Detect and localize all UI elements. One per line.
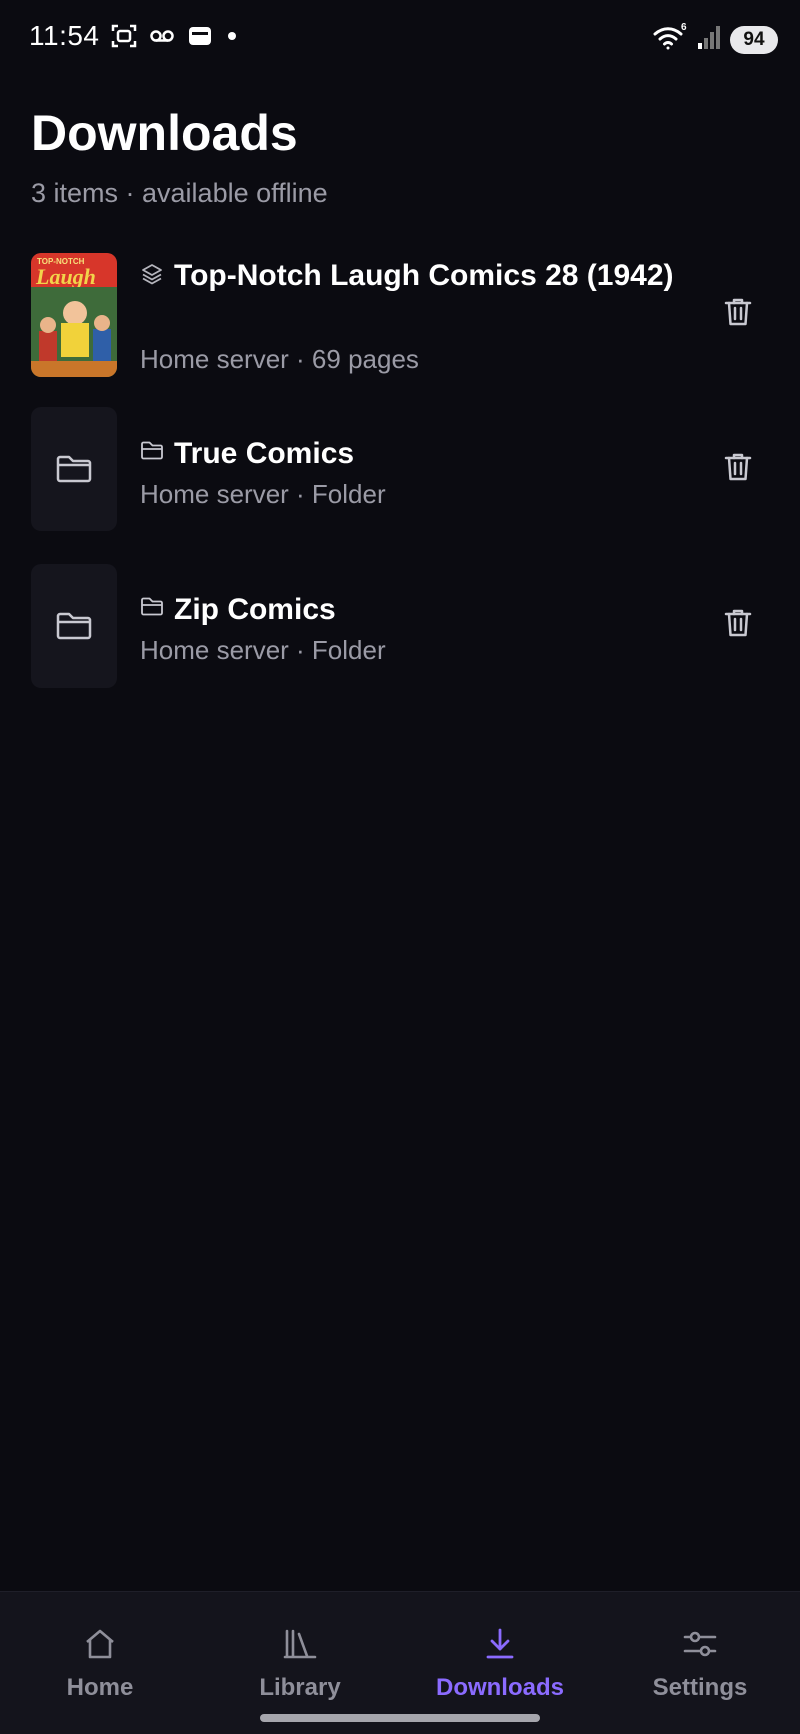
nav-item-downloads[interactable]: Downloads xyxy=(400,1592,600,1710)
item-title-line: True Comics xyxy=(140,434,690,473)
library-icon xyxy=(282,1626,318,1662)
comic-cover-thumbnail: TOP-NOTCH Laugh xyxy=(31,253,117,377)
notification-dot-icon xyxy=(224,22,240,50)
battery-indicator: 94 xyxy=(730,25,778,54)
list-item[interactable]: Zip Comics Home server · Folder xyxy=(0,564,800,688)
trash-icon xyxy=(724,298,752,326)
trash-icon xyxy=(724,453,752,481)
delete-button[interactable] xyxy=(716,445,760,489)
bottom-nav: Home Library Downloads Settings xyxy=(0,1591,800,1734)
status-bar: 11:54 6 94 xyxy=(0,0,800,76)
folder-thumbnail xyxy=(31,407,117,531)
svg-text:6: 6 xyxy=(681,22,687,33)
layers-icon xyxy=(140,262,164,291)
home-indicator xyxy=(260,1714,540,1722)
status-left-icons xyxy=(110,22,240,50)
sliders-icon xyxy=(682,1626,718,1662)
folder-icon xyxy=(56,455,92,483)
download-icon xyxy=(483,1626,517,1662)
nav-label: Library xyxy=(259,1674,341,1701)
nav-label: Settings xyxy=(652,1674,748,1701)
folder-icon xyxy=(140,596,164,623)
item-title: Zip Comics xyxy=(174,593,336,626)
item-meta: Home server · 69 pages xyxy=(140,344,419,374)
delete-button[interactable] xyxy=(716,290,760,334)
home-icon xyxy=(83,1626,117,1662)
delete-button[interactable] xyxy=(716,601,760,645)
nav-item-library[interactable]: Library xyxy=(200,1592,400,1710)
folder-icon xyxy=(56,612,92,640)
nav-label: Downloads xyxy=(435,1674,564,1701)
item-meta: Home server · Folder xyxy=(140,479,386,509)
page-subtitle: 3 items · available offline xyxy=(31,178,328,208)
list-item[interactable]: TOP-NOTCH Laugh Top-Notch Laugh Comics 2… xyxy=(0,250,800,377)
nav-item-home[interactable]: Home xyxy=(0,1592,200,1710)
signal-icon xyxy=(696,23,722,56)
status-time: 11:54 xyxy=(29,20,100,51)
page-title: Downloads xyxy=(31,105,298,161)
item-title: Top-Notch Laugh Comics 28 (1942) xyxy=(174,259,674,292)
nav-label: Home xyxy=(66,1674,134,1701)
item-title: True Comics xyxy=(174,437,355,470)
comic-cover-image: TOP-NOTCH Laugh xyxy=(31,253,117,377)
list-item[interactable]: True Comics Home server · Folder xyxy=(0,407,800,531)
wallet-icon xyxy=(186,22,214,50)
screenshot-icon xyxy=(110,22,138,50)
item-title-line: Zip Comics xyxy=(140,590,690,629)
nav-item-settings[interactable]: Settings xyxy=(600,1592,800,1710)
cover-main-text: Laugh xyxy=(35,264,96,289)
folder-thumbnail xyxy=(31,564,117,688)
voicemail-icon xyxy=(148,22,176,50)
wifi-icon: 6 xyxy=(652,22,688,57)
status-right-icons: 6 94 xyxy=(652,22,778,57)
item-title-line: Top-Notch Laugh Comics 28 (1942) xyxy=(140,256,690,295)
item-meta: Home server · Folder xyxy=(140,635,386,665)
folder-icon xyxy=(140,440,164,467)
trash-icon xyxy=(724,609,752,637)
